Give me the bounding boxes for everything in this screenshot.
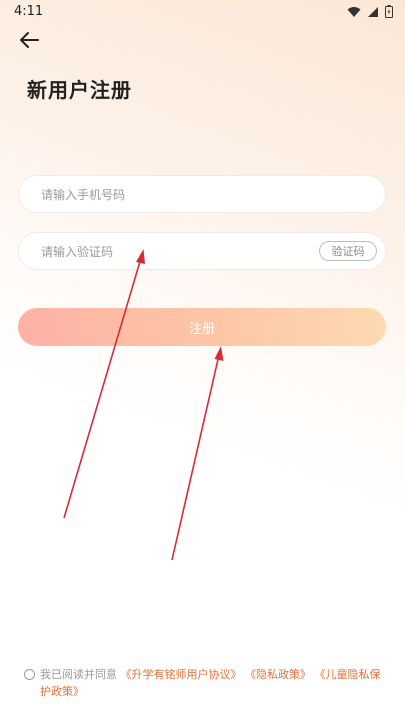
phone-field-container [18,175,386,214]
agree-radio[interactable] [24,669,35,680]
user-agreement-link[interactable]: 《升学有铭师用户协议》 [121,668,242,681]
agreement-text: 我已阅读并同意 《升学有铭师用户协议》 《隐私政策》 《儿童隐私保护政策》 [24,666,384,700]
page-title: 新用户注册 [27,78,132,102]
back-button[interactable] [16,30,42,54]
verification-code-input[interactable] [39,233,303,271]
battery-icon [385,5,393,18]
signal-icon [367,6,379,18]
annotation-arrows [63,249,224,561]
code-field-container: 验证码 [18,232,386,271]
arrow-left-icon [18,31,40,53]
status-time: 4:11 [14,4,44,19]
status-bar: 4:11 [0,0,405,24]
register-button[interactable]: 注册 [18,308,386,346]
annotation-arrow-2 [171,346,224,561]
agreement-section: 我已阅读并同意 《升学有铭师用户协议》 《隐私政策》 《儿童隐私保护政策》 [24,666,384,700]
get-code-button[interactable]: 验证码 [319,241,377,261]
status-icons [347,5,393,18]
annotation-arrow-1 [63,249,145,519]
phone-input[interactable] [39,176,303,214]
privacy-policy-link[interactable]: 《隐私政策》 [245,668,311,681]
wifi-icon [347,6,361,18]
agreement-prefix: 我已阅读并同意 [40,668,117,681]
